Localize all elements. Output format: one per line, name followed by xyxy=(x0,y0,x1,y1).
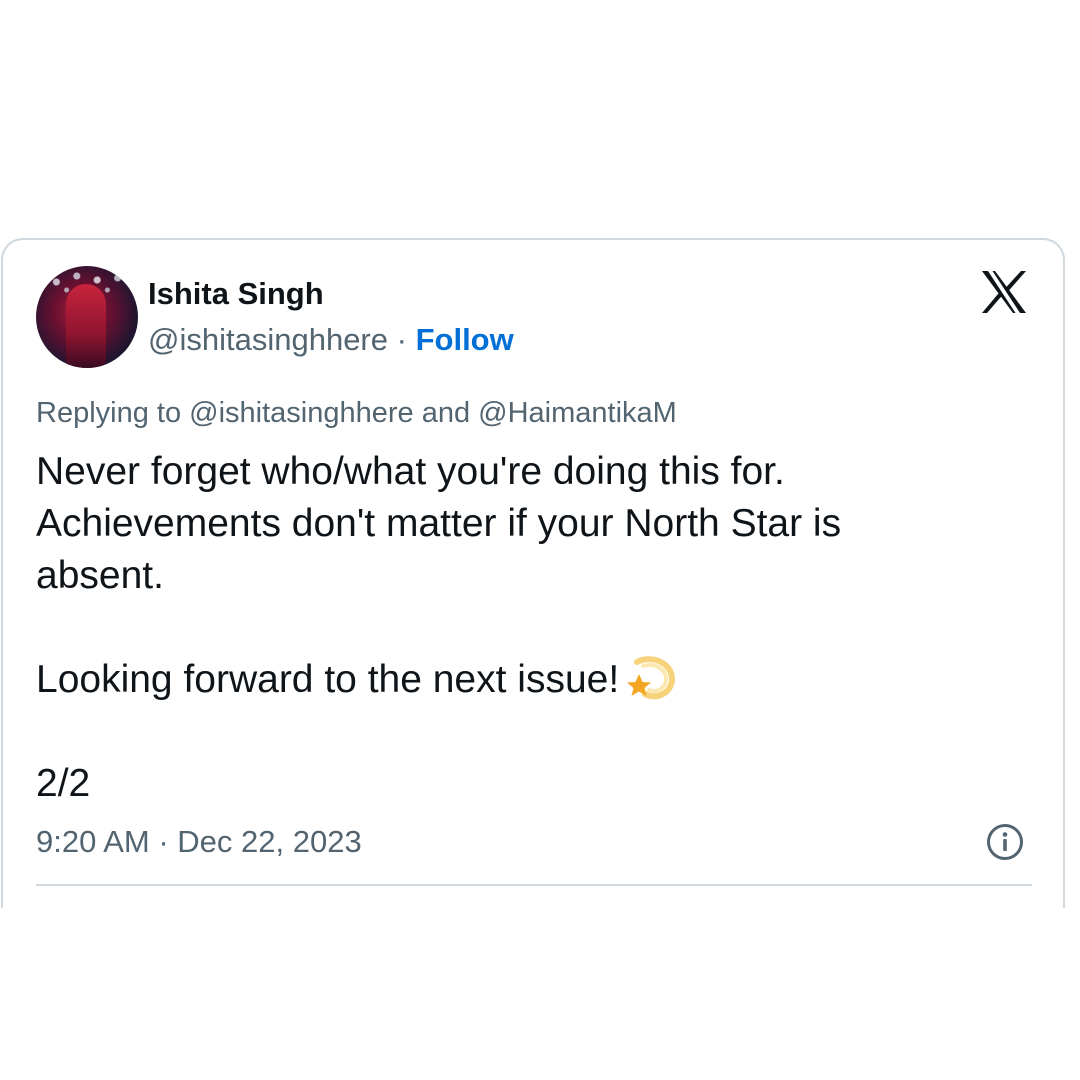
avatar[interactable] xyxy=(36,266,138,368)
tweet-body-line: absent. xyxy=(36,554,164,597)
tweet-body: Never forget who/what you're doing this … xyxy=(36,446,1026,810)
author-handle-row: @ishitasinghhere · Follow xyxy=(148,322,514,358)
tweet-body-line: Never forget who/what you're doing this … xyxy=(36,450,785,493)
tweet-body-line-with-emoji: Looking forward to the next issue! xyxy=(36,654,1026,706)
tweet-body-text: Looking forward to the next issue! xyxy=(36,658,620,701)
author-handle[interactable]: @ishitasinghhere xyxy=(148,322,388,357)
handle-separator: · xyxy=(396,322,407,357)
shooting-star-emoji xyxy=(627,656,676,700)
author-display-name[interactable]: Ishita Singh xyxy=(148,276,324,312)
follow-button[interactable]: Follow xyxy=(416,322,514,357)
reply-context[interactable]: Replying to @ishitasinghhere and @Haiman… xyxy=(36,397,677,430)
tweet-body-line: Achievements don't matter if your North … xyxy=(36,502,842,545)
x-logo-icon[interactable] xyxy=(980,270,1028,314)
info-icon[interactable] xyxy=(986,823,1024,861)
tweet-body-line: 2/2 xyxy=(36,762,91,805)
avatar-figure xyxy=(66,284,106,368)
divider xyxy=(36,884,1032,886)
tweet-timestamp[interactable]: 9:20 AM · Dec 22, 2023 xyxy=(36,824,362,860)
card-cutoff xyxy=(0,908,1080,1080)
